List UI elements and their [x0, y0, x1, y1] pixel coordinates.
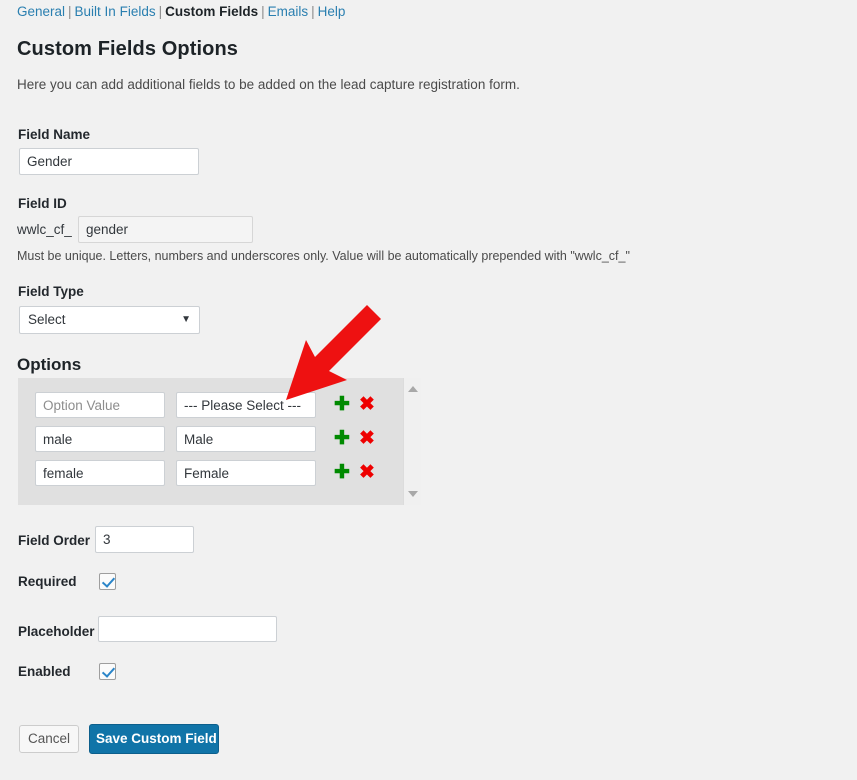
option-row-1-text-input[interactable] — [176, 392, 316, 418]
option-row-2-text-input[interactable] — [176, 426, 316, 452]
close-icon[interactable]: ✖ — [359, 460, 375, 486]
plus-icon[interactable]: ✚ — [334, 392, 350, 418]
field-order-input[interactable] — [95, 526, 194, 553]
field-order-label: Field Order — [18, 533, 91, 548]
plus-icon[interactable]: ✚ — [334, 460, 350, 486]
field-type-selected-value: Select — [28, 312, 66, 327]
enabled-label: Enabled — [18, 664, 71, 679]
nav-separator: | — [158, 4, 163, 19]
field-id-hint: Must be unique. Letters, numbers and und… — [17, 249, 630, 263]
option-row-1-value-input[interactable] — [35, 392, 165, 418]
enabled-checkbox[interactable] — [99, 663, 116, 680]
triangle-down-icon[interactable] — [407, 491, 418, 497]
field-name-input[interactable] — [19, 148, 199, 175]
options-panel: ✚ ✖ ✚ ✖ ✚ ✖ — [18, 378, 421, 505]
page-title: Custom Fields Options — [17, 38, 238, 60]
option-row-3-text-input[interactable] — [176, 460, 316, 486]
nav-link-built-in-fields[interactable]: Built In Fields — [75, 4, 156, 19]
close-icon[interactable]: ✖ — [359, 426, 375, 452]
nav-separator: | — [261, 4, 265, 19]
save-custom-field-button[interactable]: Save Custom Field — [89, 724, 219, 754]
option-row-3-value-input[interactable] — [35, 460, 165, 486]
required-checkbox[interactable] — [99, 573, 116, 590]
options-scrollbar[interactable] — [403, 378, 421, 505]
placeholder-input[interactable] — [98, 616, 277, 642]
field-type-label: Field Type — [18, 284, 84, 299]
nav-separator: | — [311, 4, 315, 19]
field-name-label: Field Name — [18, 127, 91, 142]
options-heading: Options — [17, 355, 82, 374]
nav-link-general[interactable]: General — [17, 4, 65, 19]
field-id-prefix: wwlc_cf_ — [17, 222, 72, 237]
field-id-input[interactable] — [78, 216, 253, 243]
nav-link-help[interactable]: Help — [318, 4, 346, 19]
nav-separator: | — [68, 4, 72, 19]
required-label: Required — [18, 574, 77, 589]
triangle-up-icon[interactable] — [407, 386, 418, 392]
field-id-label: Field ID — [18, 196, 67, 211]
plus-icon[interactable]: ✚ — [334, 426, 350, 452]
placeholder-label: Placeholder — [18, 624, 95, 639]
nav-link-custom-fields[interactable]: Custom Fields — [165, 4, 258, 19]
field-type-select[interactable]: Select ▼ — [19, 306, 200, 334]
page-description: Here you can add additional fields to be… — [17, 77, 520, 92]
cancel-button[interactable]: Cancel — [19, 725, 79, 753]
settings-tab-nav: General | Built In Fields | Custom Fields | Em… — [17, 3, 345, 21]
close-icon[interactable]: ✖ — [359, 392, 375, 418]
chevron-down-icon: ▼ — [181, 314, 191, 325]
nav-link-emails[interactable]: Emails — [268, 4, 309, 19]
option-row-2-value-input[interactable] — [35, 426, 165, 452]
